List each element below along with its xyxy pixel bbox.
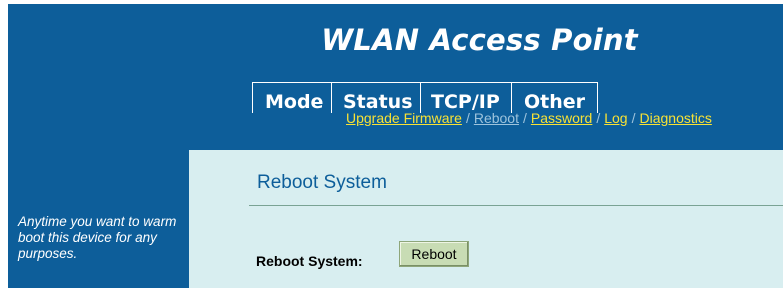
main-content: Reboot System Reboot System: Reboot: [189, 150, 783, 288]
link-diagnostics[interactable]: Diagnostics: [639, 110, 711, 126]
header: WLAN Access Point Mode Status TCP/IP Oth…: [8, 4, 783, 150]
tab-tcpip[interactable]: TCP/IP: [420, 82, 511, 113]
sidebar-help-text: Anytime you want to warm boot this devic…: [18, 214, 177, 261]
sub-nav-separator: /: [465, 110, 470, 126]
link-log[interactable]: Log: [604, 110, 627, 126]
title-divider: [249, 205, 783, 206]
link-password[interactable]: Password: [531, 110, 592, 126]
brand-title: WLAN Access Point: [8, 23, 783, 57]
sub-nav-separator: /: [596, 110, 601, 126]
tab-divider: [597, 82, 598, 113]
reboot-button[interactable]: Reboot: [399, 241, 469, 267]
link-reboot[interactable]: Reboot: [474, 110, 519, 126]
brand-title-text: WLAN Access Point: [321, 23, 638, 57]
link-upgrade-firmware[interactable]: Upgrade Firmware: [346, 110, 462, 126]
reboot-system-label: Reboot System:: [256, 253, 363, 269]
tab-other[interactable]: Other: [511, 82, 598, 113]
tab-mode[interactable]: Mode: [252, 82, 331, 113]
tab-mode-label: Mode: [265, 91, 324, 113]
page-frame: WLAN Access Point Mode Status TCP/IP Oth…: [8, 4, 783, 288]
sidebar: Anytime you want to warm boot this devic…: [8, 150, 189, 288]
tab-status[interactable]: Status: [331, 82, 420, 113]
sub-nav-separator: /: [522, 110, 527, 126]
sub-nav: Upgrade Firmware / Reboot / Password / Log / Dia…: [346, 110, 712, 126]
page-title: Reboot System: [257, 172, 387, 193]
sub-nav-separator: /: [631, 110, 636, 126]
